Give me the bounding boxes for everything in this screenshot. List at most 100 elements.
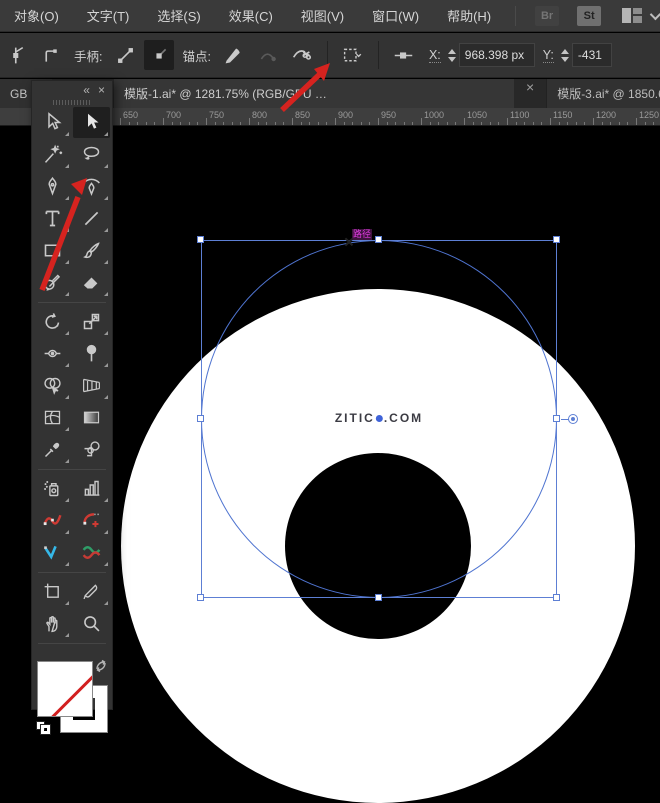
fill-swatch-none[interactable] — [37, 661, 93, 717]
tool-shape-builder[interactable] — [34, 370, 71, 401]
direct-selection-icon — [42, 112, 63, 133]
symbol-sprayer-icon — [42, 478, 63, 499]
tool-scale[interactable] — [73, 306, 110, 337]
bridge-button[interactable]: Br — [535, 6, 559, 26]
selection-bounding-box[interactable] — [201, 240, 557, 598]
tool-perspective-grid[interactable] — [73, 370, 110, 401]
tool-rectangle[interactable] — [34, 235, 71, 266]
mesh-icon — [42, 407, 63, 428]
x-input[interactable]: 968.398 px — [459, 43, 535, 67]
menubar-separator — [515, 6, 516, 26]
lasso-icon — [81, 144, 102, 165]
tool-plugin-wave-pair[interactable] — [73, 537, 110, 568]
tool-curvature-pen[interactable] — [73, 171, 110, 202]
y-label[interactable]: Y: — [543, 48, 554, 63]
menu-window[interactable]: 窗口(W) — [358, 0, 433, 32]
tab-document-3[interactable]: 模版-3.ai* @ 1850.66% (RGB/G — [546, 79, 660, 108]
menu-help[interactable]: 帮助(H) — [433, 0, 505, 32]
ruler-label: 650 — [123, 110, 138, 120]
menu-effect[interactable]: 效果(C) — [215, 0, 287, 32]
smooth-point-icon-disabled[interactable] — [253, 40, 283, 70]
handle-top-left[interactable] — [197, 236, 204, 243]
tool-pen[interactable] — [34, 171, 71, 202]
tool-eyedropper[interactable] — [34, 434, 71, 465]
handle-top-right[interactable] — [553, 236, 560, 243]
add-anchor-pen-icon[interactable] — [219, 40, 249, 70]
y-stepper[interactable] — [561, 49, 569, 62]
tool-magic-wand[interactable] — [34, 139, 71, 170]
tool-paintbrush[interactable] — [73, 235, 110, 266]
tool-puppet-warp-pin[interactable] — [73, 338, 110, 369]
convert-corner-icon[interactable] — [36, 40, 66, 70]
tool-artboard[interactable] — [34, 576, 71, 607]
hide-handles-button[interactable] — [144, 40, 174, 70]
cut-path-icon[interactable] — [287, 40, 317, 70]
curvature-pen-icon — [81, 176, 102, 197]
tools-group-separator — [38, 572, 106, 573]
tool-width[interactable] — [34, 338, 71, 369]
workspace-switcher-icon[interactable] — [622, 8, 642, 23]
tool-column-graph[interactable] — [73, 473, 110, 504]
tool-slice[interactable] — [73, 576, 110, 607]
bounding-box-options-icon[interactable] — [338, 40, 368, 70]
eyedropper-icon — [42, 439, 63, 460]
blend-icon — [81, 439, 102, 460]
tools-panel-header[interactable]: « × — [32, 81, 112, 98]
y-input[interactable]: -431 — [572, 43, 612, 67]
tool-blend[interactable] — [73, 434, 110, 465]
tool-gradient[interactable] — [73, 402, 110, 433]
tool-zoom[interactable] — [73, 608, 110, 639]
handle-mid-left[interactable] — [197, 415, 204, 422]
tool-plugin-cyan-zigzag[interactable] — [34, 537, 71, 568]
selection-icon — [81, 112, 102, 133]
tool-type[interactable] — [34, 203, 71, 234]
ruler-label: 950 — [381, 110, 396, 120]
eraser-icon — [81, 272, 102, 293]
handle-mid-right[interactable] — [553, 415, 560, 422]
handle-top-mid[interactable] — [375, 236, 382, 243]
puppet-pin-icon — [81, 343, 102, 364]
tool-lasso[interactable] — [73, 139, 110, 170]
tool-shaper[interactable] — [34, 267, 71, 298]
tab-document-1[interactable]: 模版-1.ai* @ 1281.75% (RGB/GPU … — [114, 79, 514, 108]
tool-plugin-red-curve[interactable] — [34, 505, 71, 536]
handle-bottom-left[interactable] — [197, 594, 204, 601]
menu-view[interactable]: 视图(V) — [287, 0, 358, 32]
menu-type[interactable]: 文字(T) — [73, 0, 144, 32]
convert-anchor-partial-icon[interactable] — [2, 40, 32, 70]
tool-hand[interactable] — [34, 608, 71, 639]
x-stepper[interactable] — [448, 49, 456, 62]
tool-selection[interactable] — [73, 107, 110, 138]
artboard-icon — [42, 581, 63, 602]
tool-plugin-red-arc-add[interactable] — [73, 505, 110, 536]
controlbar-separator — [327, 41, 328, 69]
tool-eraser[interactable] — [73, 267, 110, 298]
ruler-label: 900 — [338, 110, 353, 120]
panel-drag-grip[interactable] — [32, 98, 112, 107]
rectangle-icon — [42, 240, 63, 261]
fill-stroke-swatches — [32, 647, 112, 709]
tool-mesh[interactable] — [34, 402, 71, 433]
width-icon — [42, 343, 63, 364]
type-icon — [42, 208, 63, 229]
stock-button[interactable]: St — [577, 6, 601, 26]
magic-wand-icon — [42, 144, 63, 165]
tab-close-icon[interactable]: × — [514, 79, 546, 108]
x-label[interactable]: X: — [429, 48, 441, 63]
tool-direct-selection[interactable] — [34, 107, 71, 138]
menu-object[interactable]: 对象(O) — [0, 0, 73, 32]
handle-bottom-right[interactable] — [553, 594, 560, 601]
menu-bar: 对象(O) 文字(T) 选择(S) 效果(C) 视图(V) 窗口(W) 帮助(H… — [0, 0, 660, 32]
chevron-down-icon[interactable] — [650, 8, 660, 19]
handle-bottom-mid[interactable] — [375, 594, 382, 601]
live-shape-pie-widget[interactable] — [568, 414, 578, 424]
tool-rotate[interactable] — [34, 306, 71, 337]
close-panel-icon[interactable]: × — [98, 83, 105, 97]
swap-fill-stroke-icon[interactable] — [94, 659, 108, 678]
show-handles-button[interactable] — [110, 40, 140, 70]
collapse-panel-icon[interactable]: « — [83, 83, 90, 97]
default-swatches-icon[interactable] — [36, 721, 52, 735]
menu-select[interactable]: 选择(S) — [143, 0, 214, 32]
tool-line-segment[interactable] — [73, 203, 110, 234]
tool-symbol-sprayer[interactable] — [34, 473, 71, 504]
